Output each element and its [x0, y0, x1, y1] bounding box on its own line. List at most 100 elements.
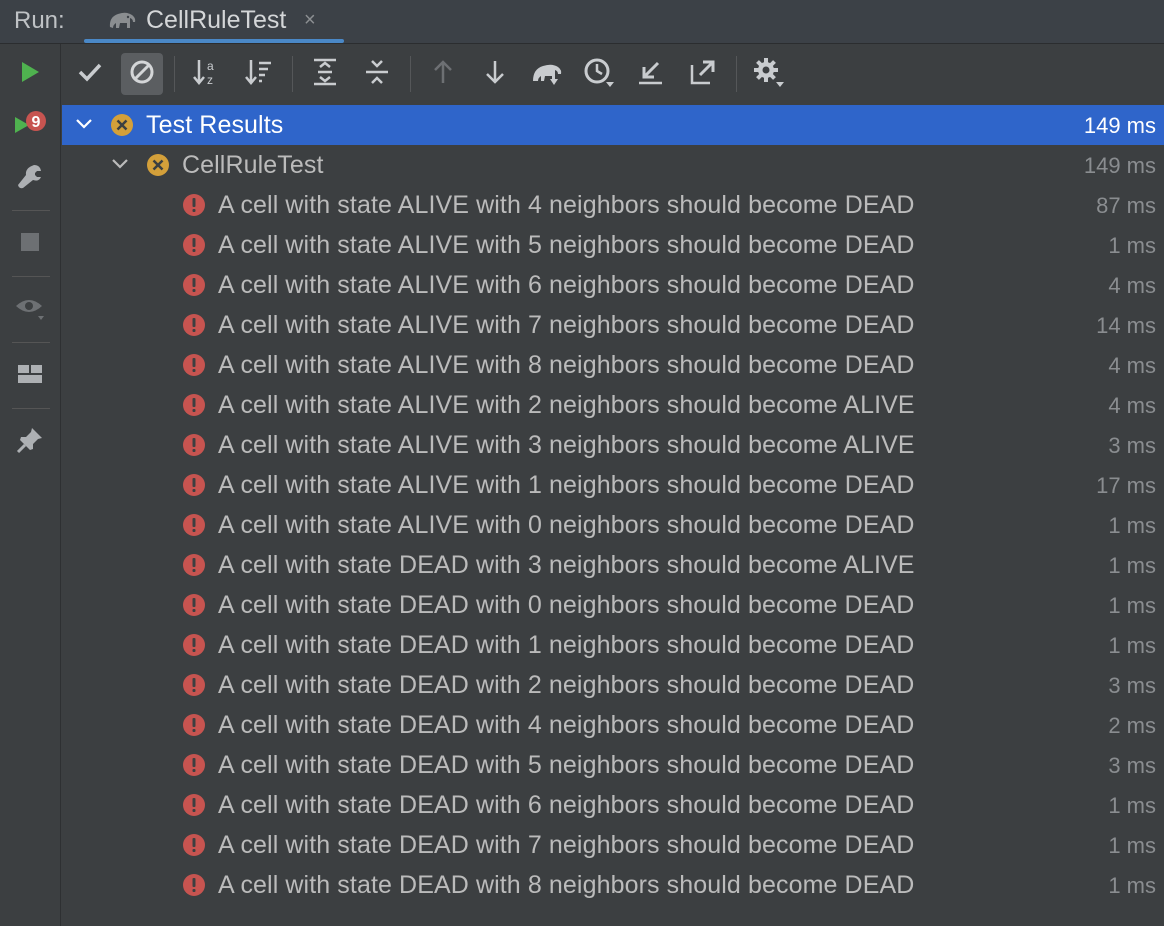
tree-item-test[interactable]: A cell with state ALIVE with 6 neighbors…	[62, 265, 1164, 305]
close-tab-icon[interactable]: ×	[304, 9, 316, 32]
svg-text:a: a	[207, 59, 214, 73]
eye-icon	[14, 294, 46, 327]
test-history-button[interactable]	[578, 53, 620, 95]
failed-status-icon	[182, 313, 206, 342]
tree-suite-cellruletest[interactable]: CellRuleTest 149 ms	[62, 145, 1164, 185]
tree-item-test[interactable]: A cell with state DEAD with 6 neighbors …	[62, 785, 1164, 825]
view-options-button[interactable]	[10, 290, 50, 330]
tree-item-test[interactable]: A cell with state ALIVE with 3 neighbors…	[62, 425, 1164, 465]
tab-cellruletest[interactable]: CellRuleTest ×	[84, 0, 344, 44]
failed-count-badge: 9	[32, 114, 41, 131]
failed-status-icon	[182, 833, 206, 862]
ignored-status-icon	[146, 153, 170, 182]
import-tests-button[interactable]	[630, 53, 672, 95]
duration: 1 ms	[1108, 833, 1156, 858]
duration: 1 ms	[1108, 873, 1156, 898]
tree-item-test[interactable]: A cell with state ALIVE with 4 neighbors…	[62, 185, 1164, 225]
active-tab-indicator	[84, 39, 344, 43]
sidebar-separator	[12, 210, 50, 211]
failed-status-icon	[182, 713, 206, 742]
tree-item-label: A cell with state ALIVE with 3 neighbors…	[218, 431, 915, 459]
run-tool-window-header: Run: CellRuleTest ×	[0, 0, 1164, 44]
failed-status-icon	[182, 273, 206, 302]
tree-item-test[interactable]: A cell with state ALIVE with 8 neighbors…	[62, 345, 1164, 385]
tree-item-test[interactable]: A cell with state DEAD with 4 neighbors …	[62, 705, 1164, 745]
tree-item-label: A cell with state ALIVE with 1 neighbors…	[218, 471, 915, 499]
failed-status-icon	[182, 753, 206, 782]
run-label: Run:	[14, 7, 65, 34]
gradle-elephant-icon	[106, 7, 138, 38]
chevron-down-icon[interactable]	[74, 114, 94, 139]
show-ignored-button[interactable]	[121, 53, 163, 95]
tree-item-label: A cell with state ALIVE with 2 neighbors…	[218, 391, 915, 419]
tree-item-test[interactable]: A cell with state DEAD with 5 neighbors …	[62, 745, 1164, 785]
duration: 3 ms	[1108, 753, 1156, 778]
sidebar-separator	[12, 342, 50, 343]
show-passed-button[interactable]	[69, 53, 111, 95]
tree-item-test[interactable]: A cell with state DEAD with 1 neighbors …	[62, 625, 1164, 665]
export-tests-icon	[688, 57, 718, 92]
tab-title: CellRuleTest	[146, 6, 287, 34]
show-passed-icon	[76, 58, 104, 91]
tree-item-test[interactable]: A cell with state ALIVE with 0 neighbors…	[62, 505, 1164, 545]
tree-item-test[interactable]: A cell with state DEAD with 0 neighbors …	[62, 585, 1164, 625]
failed-status-icon	[182, 673, 206, 702]
tree-item-label: A cell with state ALIVE with 5 neighbors…	[218, 231, 915, 259]
next-failed-button[interactable]	[474, 53, 516, 95]
settings-wrench-button[interactable]	[10, 158, 50, 198]
expand-all-button[interactable]	[304, 53, 346, 95]
chevron-down-icon[interactable]	[110, 154, 130, 179]
sidebar-separator	[12, 408, 50, 409]
layout-icon	[16, 362, 44, 391]
tree-item-test[interactable]: A cell with state ALIVE with 7 neighbors…	[62, 305, 1164, 345]
export-tests-button[interactable]	[682, 53, 724, 95]
duration: 4 ms	[1108, 353, 1156, 378]
stop-button[interactable]	[10, 224, 50, 264]
tree-item-label: A cell with state ALIVE with 4 neighbors…	[218, 191, 915, 219]
tree-root-test-results[interactable]: Test Results 149 ms	[62, 105, 1164, 145]
rerun-button[interactable]	[10, 54, 50, 94]
duration: 1 ms	[1108, 233, 1156, 258]
duration: 14 ms	[1096, 313, 1156, 338]
next-failed-icon	[481, 58, 509, 91]
import-tests-icon	[636, 57, 666, 92]
duration: 1 ms	[1108, 593, 1156, 618]
settings-button[interactable]	[748, 53, 790, 95]
collapse-all-button[interactable]	[356, 53, 398, 95]
pin-tab-button[interactable]	[10, 422, 50, 462]
failed-status-icon	[182, 433, 206, 462]
rerun-failed-tests-button[interactable]: 9	[10, 106, 50, 146]
tree-item-test[interactable]: A cell with state DEAD with 2 neighbors …	[62, 665, 1164, 705]
tree-item-test[interactable]: A cell with state ALIVE with 2 neighbors…	[62, 385, 1164, 425]
failed-status-icon	[182, 513, 206, 542]
svg-text:z: z	[207, 73, 213, 87]
tree-item-test[interactable]: A cell with state DEAD with 8 neighbors …	[62, 865, 1164, 905]
sort-by-duration-button[interactable]	[238, 53, 280, 95]
duration: 4 ms	[1108, 393, 1156, 418]
tree-item-label: A cell with state ALIVE with 6 neighbors…	[218, 271, 915, 299]
previous-failed-button[interactable]	[422, 53, 464, 95]
tree-item-test[interactable]: A cell with state DEAD with 7 neighbors …	[62, 825, 1164, 865]
tree-item-label: A cell with state ALIVE with 0 neighbors…	[218, 511, 915, 539]
tree-item-test[interactable]: A cell with state ALIVE with 1 neighbors…	[62, 465, 1164, 505]
failed-status-icon	[182, 473, 206, 502]
gradle-icon	[530, 57, 564, 92]
collapse-all-icon	[362, 57, 392, 92]
tree-item-label: A cell with state ALIVE with 7 neighbors…	[218, 311, 915, 339]
toolbar-separator	[174, 56, 175, 92]
sidebar-separator	[12, 276, 50, 277]
failed-status-icon	[182, 233, 206, 262]
tree-item-label: A cell with state DEAD with 8 neighbors …	[218, 871, 915, 899]
run-icon	[17, 59, 43, 90]
duration: 2 ms	[1108, 713, 1156, 738]
layout-button[interactable]	[10, 356, 50, 396]
duration: 1 ms	[1108, 793, 1156, 818]
sort-alphabetically-button[interactable]: a z	[186, 53, 228, 95]
toolbar-separator	[292, 56, 293, 92]
failed-status-icon	[182, 793, 206, 822]
tree-item-label: A cell with state DEAD with 7 neighbors …	[218, 831, 915, 859]
tree-item-test[interactable]: A cell with state ALIVE with 5 neighbors…	[62, 225, 1164, 265]
duration: 17 ms	[1096, 473, 1156, 498]
tree-item-test[interactable]: A cell with state DEAD with 3 neighbors …	[62, 545, 1164, 585]
gradle-button[interactable]	[526, 53, 568, 95]
